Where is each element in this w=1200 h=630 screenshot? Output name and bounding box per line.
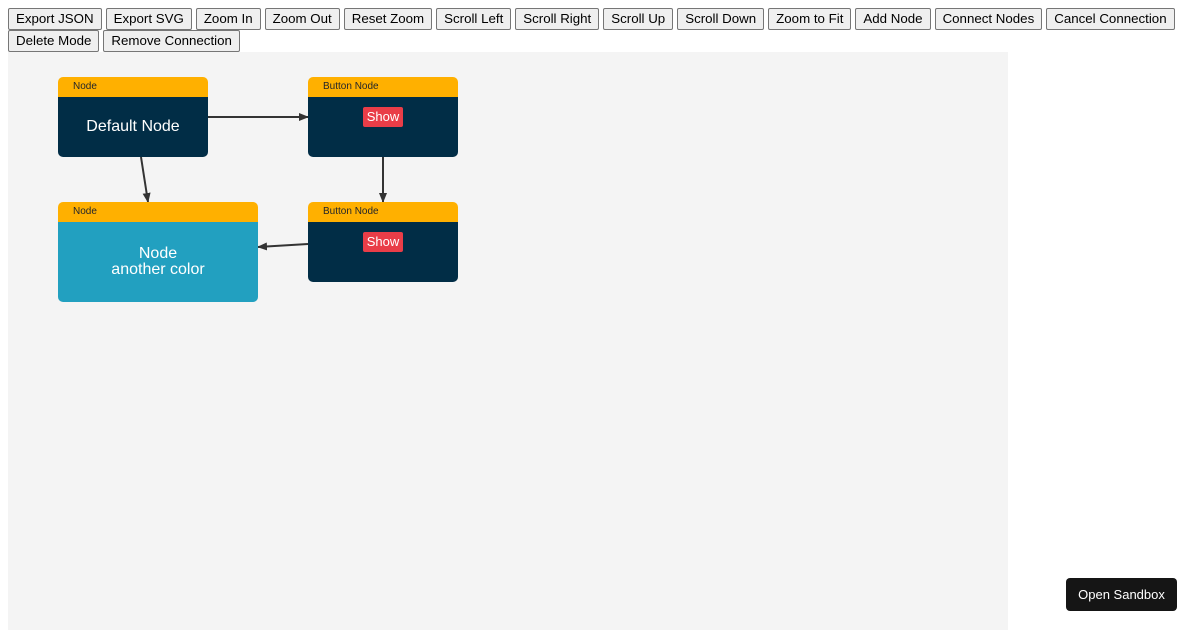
reset-zoom-button[interactable]: Reset Zoom <box>343 8 433 30</box>
zoom-out-button[interactable]: Zoom Out <box>264 8 340 30</box>
zoom-in-button[interactable]: Zoom In <box>195 8 261 30</box>
node-another-color[interactable]: Node Node another color <box>58 202 258 302</box>
node-body <box>308 222 458 282</box>
diagram-canvas[interactable]: Node Default Node Button Node Show Node … <box>8 52 1008 630</box>
scroll-down-button[interactable]: Scroll Down <box>677 8 765 30</box>
node-label: Default Node <box>86 118 180 135</box>
node-body: Default Node <box>58 97 208 157</box>
node-header: Node <box>58 202 258 222</box>
open-sandbox-button[interactable]: Open Sandbox <box>1066 578 1177 611</box>
node-button-1[interactable]: Button Node Show <box>308 77 458 157</box>
remove-connection-button[interactable]: Remove Connection <box>103 30 240 52</box>
node-body: Node another color <box>58 222 258 302</box>
connection-node-4-node-3[interactable] <box>257 242 309 251</box>
node-body <box>308 97 458 157</box>
cancel-connection-button[interactable]: Cancel Connection <box>1046 8 1175 30</box>
node-label-line-2: another color <box>111 261 205 278</box>
node-label-line-1: Node <box>138 245 178 262</box>
connection-node-1-node-3[interactable] <box>140 156 151 203</box>
scroll-left-button[interactable]: Scroll Left <box>436 8 512 30</box>
toolbar: Export JSON Export SVG Zoom In Zoom Out … <box>8 8 1193 52</box>
show-button[interactable]: Show <box>363 107 403 127</box>
add-node-button[interactable]: Add Node <box>855 8 931 30</box>
export-json-button[interactable]: Export JSON <box>8 8 102 30</box>
scroll-right-button[interactable]: Scroll Right <box>515 8 600 30</box>
node-default[interactable]: Node Default Node <box>58 77 208 157</box>
export-svg-button[interactable]: Export SVG <box>105 8 192 30</box>
node-header: Node <box>58 77 208 97</box>
node-button-2[interactable]: Button Node Show <box>308 202 458 282</box>
connect-nodes-button[interactable]: Connect Nodes <box>934 8 1043 30</box>
delete-mode-button[interactable]: Delete Mode <box>8 30 100 52</box>
zoom-to-fit-button[interactable]: Zoom to Fit <box>768 8 852 30</box>
node-header: Button Node <box>308 202 458 222</box>
scroll-up-button[interactable]: Scroll Up <box>603 8 674 30</box>
node-header: Button Node <box>308 77 458 97</box>
show-button[interactable]: Show <box>363 232 403 252</box>
